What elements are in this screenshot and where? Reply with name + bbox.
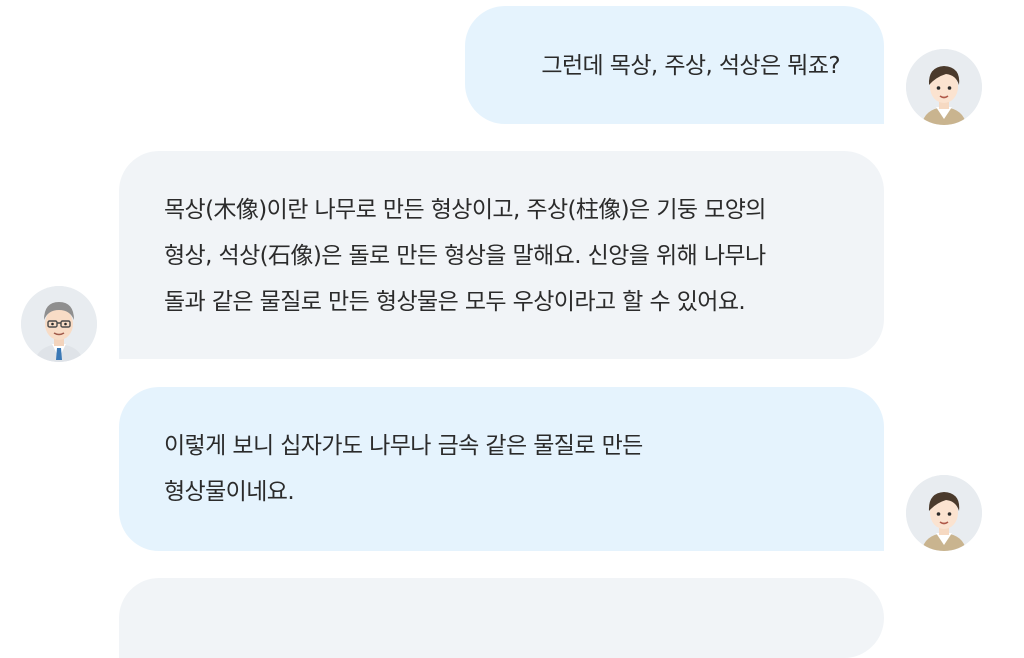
student-avatar-icon bbox=[906, 49, 982, 125]
message-text-line: 형상, 석상(石像)은 돌로 만든 형상을 말해요. 신앙을 위해 나무나 bbox=[164, 243, 766, 269]
message-text-line: 형상물이네요. bbox=[164, 479, 295, 505]
student-message-bubble: 이렇게 보니 십자가도 나무나 금속 같은 물질로 만든 형상물이네요. bbox=[119, 387, 884, 551]
message-text-line: 이렇게 보니 십자가도 나무나 금속 같은 물질로 만든 bbox=[164, 433, 643, 459]
teacher-avatar-icon bbox=[21, 286, 97, 362]
student-message-bubble: 그런데 목상, 주상, 석상은 뭐죠? bbox=[465, 6, 884, 124]
message-text-line: 돌과 같은 물질로 만든 형상물은 모두 우상이라고 할 수 있어요. bbox=[164, 289, 746, 315]
message-text-line: 목상(木像)이란 나무로 만든 형상이고, 주상(柱像)은 기둥 모양의 bbox=[164, 197, 766, 223]
student-avatar-icon bbox=[906, 475, 982, 551]
message-text-line: 그런데 목상, 주상, 석상은 뭐죠? bbox=[541, 53, 840, 79]
teacher-message-bubble: 목상(木像)이란 나무로 만든 형상이고, 주상(柱像)은 기둥 모양의 형상,… bbox=[119, 151, 884, 359]
teacher-message-bubble bbox=[119, 578, 884, 658]
